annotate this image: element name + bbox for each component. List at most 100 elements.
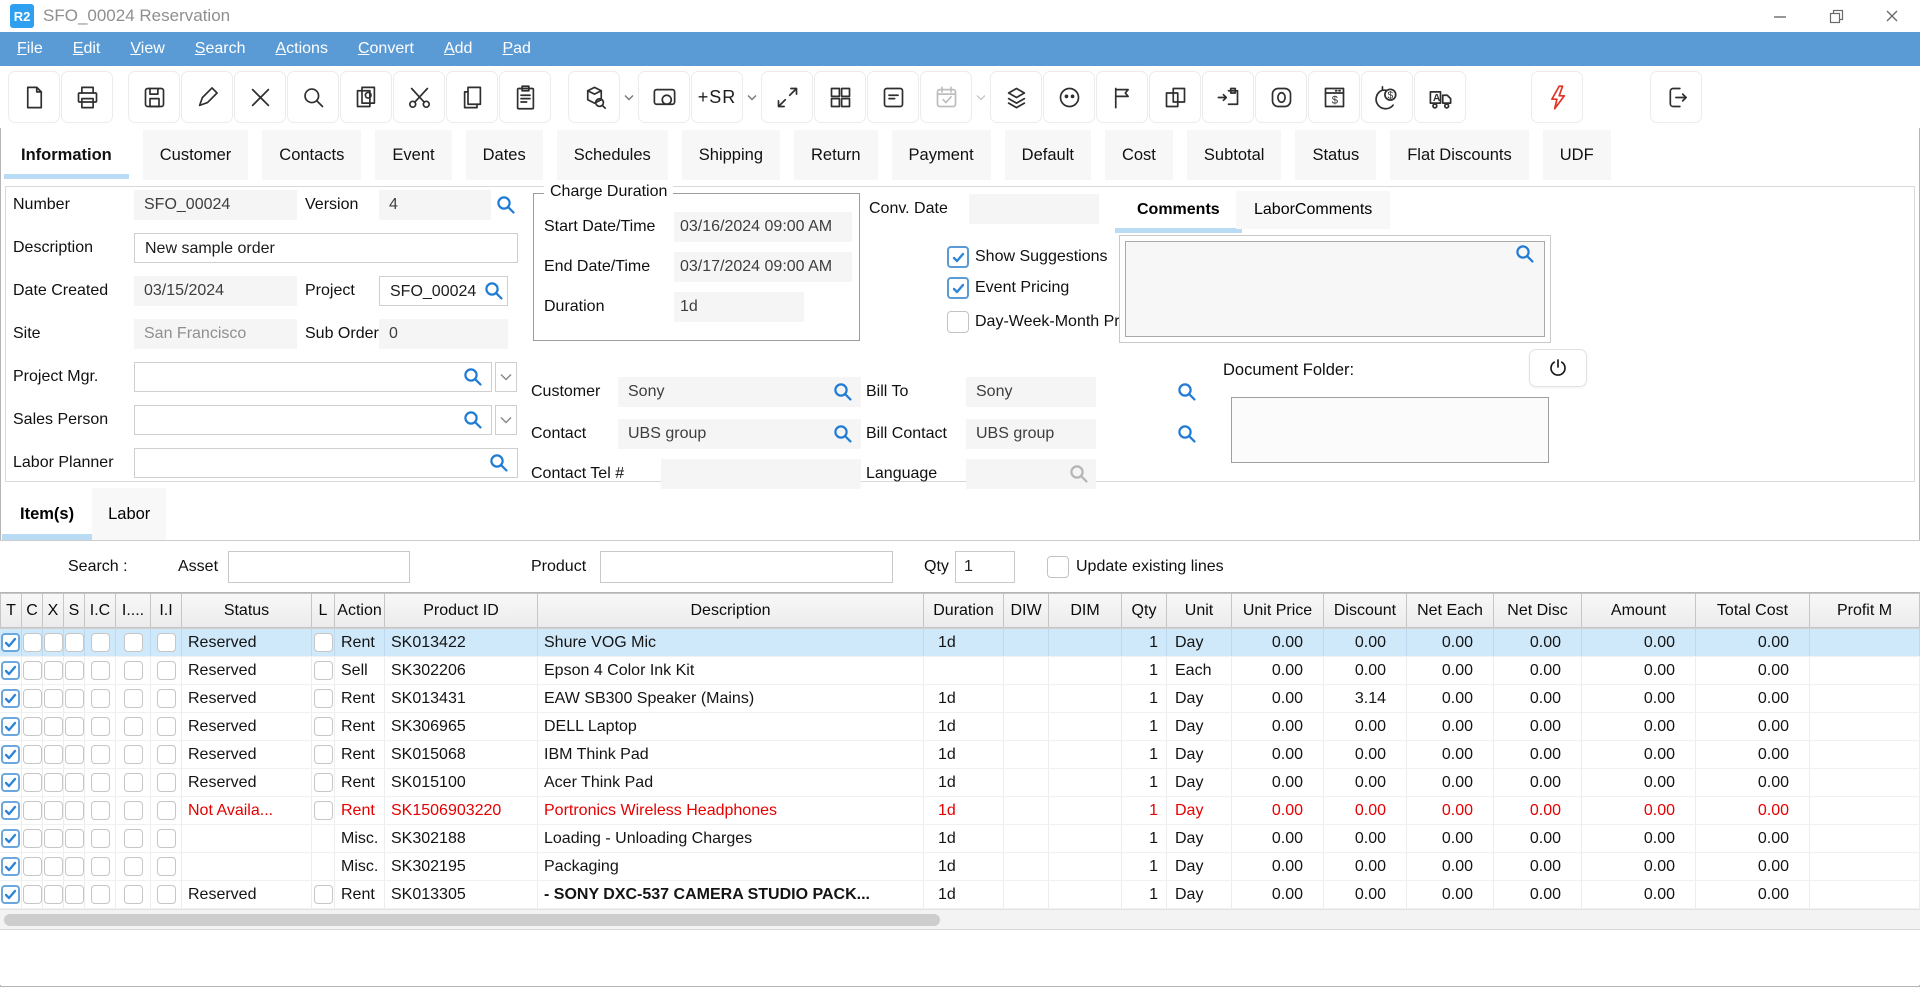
bill-contact-search-icon[interactable] (1176, 423, 1198, 445)
row-ic-checkbox[interactable] (91, 745, 110, 764)
row-l-checkbox[interactable] (314, 885, 333, 904)
col-header-net-each[interactable]: Net Each (1407, 593, 1494, 628)
row-t-checkbox[interactable] (1, 633, 20, 652)
layers-icon[interactable] (990, 71, 1042, 123)
event-pricing-checkbox[interactable] (947, 277, 969, 299)
col-header-status[interactable]: Status (182, 593, 312, 628)
row-s-checkbox[interactable] (65, 857, 84, 876)
cut-scissors-icon[interactable] (393, 71, 445, 123)
copy-special-icon[interactable] (340, 71, 392, 123)
flag-icon[interactable] (1096, 71, 1148, 123)
col-header-net-disc[interactable]: Net Disc (1494, 593, 1582, 628)
power-button[interactable] (1529, 349, 1587, 387)
row-t-checkbox[interactable] (1, 717, 20, 736)
row-x-checkbox[interactable] (44, 773, 63, 792)
table-row[interactable]: ReservedRentSK013422Shure VOG Mic1d1Day0… (0, 629, 1920, 657)
document-folder-box[interactable] (1231, 397, 1549, 463)
language-search-icon[interactable] (1068, 463, 1090, 485)
row-idots-checkbox[interactable] (124, 717, 143, 736)
col-header-x[interactable]: X (43, 593, 64, 628)
billing-clock-icon[interactable]: $ (1361, 71, 1413, 123)
row-x-checkbox[interactable] (44, 633, 63, 652)
row-idots-checkbox[interactable] (124, 773, 143, 792)
tab-labor[interactable]: Labor (92, 488, 166, 540)
restore-button[interactable] (1808, 0, 1864, 32)
ship-package-icon[interactable] (1202, 71, 1254, 123)
row-l-checkbox[interactable] (314, 801, 333, 820)
col-header-s[interactable]: S (64, 593, 85, 628)
col-header-t[interactable]: T (0, 593, 22, 628)
row-s-checkbox[interactable] (65, 717, 84, 736)
row-idots-checkbox[interactable] (124, 829, 143, 848)
zero-badge-icon[interactable] (1255, 71, 1307, 123)
sales-person-field[interactable] (134, 405, 492, 435)
table-row[interactable]: ReservedRentSK306965DELL Laptop1d1Day0.0… (0, 713, 1920, 741)
table-row[interactable]: ReservedRentSK015068IBM Think Pad1d1Day0… (0, 741, 1920, 769)
tab-subtotal[interactable]: Subtotal (1187, 130, 1282, 180)
tab-information[interactable]: Information (4, 130, 129, 180)
tab-default[interactable]: Default (1005, 130, 1091, 180)
row-ii-checkbox[interactable] (157, 829, 176, 848)
row-ic-checkbox[interactable] (91, 829, 110, 848)
tab-event[interactable]: Event (375, 130, 451, 180)
col-header-i-i[interactable]: I.I (151, 593, 182, 628)
col-header-c[interactable]: C (22, 593, 43, 628)
row-t-checkbox[interactable] (1, 885, 20, 904)
tab-shipping[interactable]: Shipping (682, 130, 780, 180)
row-s-checkbox[interactable] (65, 633, 84, 652)
labor-planner-field[interactable] (134, 448, 518, 478)
menu-item-actions[interactable]: Actions (260, 32, 342, 66)
row-t-checkbox[interactable] (1, 745, 20, 764)
row-t-checkbox[interactable] (1, 689, 20, 708)
row-c-checkbox[interactable] (23, 745, 42, 764)
row-ii-checkbox[interactable] (157, 689, 176, 708)
new-document-icon[interactable] (8, 71, 60, 123)
tiles-icon[interactable] (814, 71, 866, 123)
col-header-i[interactable]: I.... (116, 593, 151, 628)
labor-planner-search-icon[interactable] (488, 452, 510, 474)
row-l-checkbox[interactable] (314, 633, 333, 652)
row-c-checkbox[interactable] (23, 829, 42, 848)
show-suggestions-checkbox[interactable] (947, 246, 969, 268)
table-row[interactable]: Misc.SK302188Loading - Unloading Charges… (0, 825, 1920, 853)
row-ic-checkbox[interactable] (91, 801, 110, 820)
row-x-checkbox[interactable] (44, 885, 63, 904)
row-ii-checkbox[interactable] (157, 773, 176, 792)
row-ic-checkbox[interactable] (91, 717, 110, 736)
row-s-checkbox[interactable] (65, 801, 84, 820)
table-row[interactable]: Not Availa...RentSK1506903220Portronics … (0, 797, 1920, 825)
tab-dates[interactable]: Dates (466, 130, 543, 180)
project-mgr-field[interactable] (134, 362, 492, 392)
row-l-checkbox[interactable] (314, 661, 333, 680)
row-l-checkbox[interactable] (314, 773, 333, 792)
menu-item-search[interactable]: Search (180, 32, 261, 66)
row-ii-checkbox[interactable] (157, 885, 176, 904)
row-ic-checkbox[interactable] (91, 633, 110, 652)
table-row[interactable]: ReservedSellSK302206Epson 4 Color Ink Ki… (0, 657, 1920, 685)
description-field[interactable]: New sample order (134, 233, 518, 263)
bill-to-search-icon[interactable] (1176, 381, 1198, 403)
row-x-checkbox[interactable] (44, 801, 63, 820)
contact-search-icon[interactable] (832, 423, 854, 445)
sales-person-search-icon[interactable] (462, 409, 484, 431)
tab-cost[interactable]: Cost (1105, 130, 1173, 180)
row-idots-checkbox[interactable] (124, 857, 143, 876)
row-ii-checkbox[interactable] (157, 801, 176, 820)
copy-icon[interactable] (446, 71, 498, 123)
note-icon[interactable] (867, 71, 919, 123)
row-x-checkbox[interactable] (44, 745, 63, 764)
delivery-truck-icon[interactable]: A (1414, 71, 1466, 123)
menu-item-add[interactable]: Add (429, 32, 487, 66)
col-header-l[interactable]: L (312, 593, 335, 628)
comments-box[interactable] (1119, 235, 1551, 343)
row-idots-checkbox[interactable] (124, 661, 143, 680)
day-week-month-pricing-checkbox[interactable] (947, 311, 969, 333)
horizontal-scrollbar[interactable] (0, 909, 1920, 929)
col-header-qty[interactable]: Qty (1122, 593, 1167, 628)
row-ic-checkbox[interactable] (91, 773, 110, 792)
row-idots-checkbox[interactable] (124, 745, 143, 764)
customer-search-icon[interactable] (832, 381, 854, 403)
col-header-unit-price[interactable]: Unit Price (1232, 593, 1324, 628)
col-header-dim[interactable]: DIM (1049, 593, 1122, 628)
row-s-checkbox[interactable] (65, 689, 84, 708)
